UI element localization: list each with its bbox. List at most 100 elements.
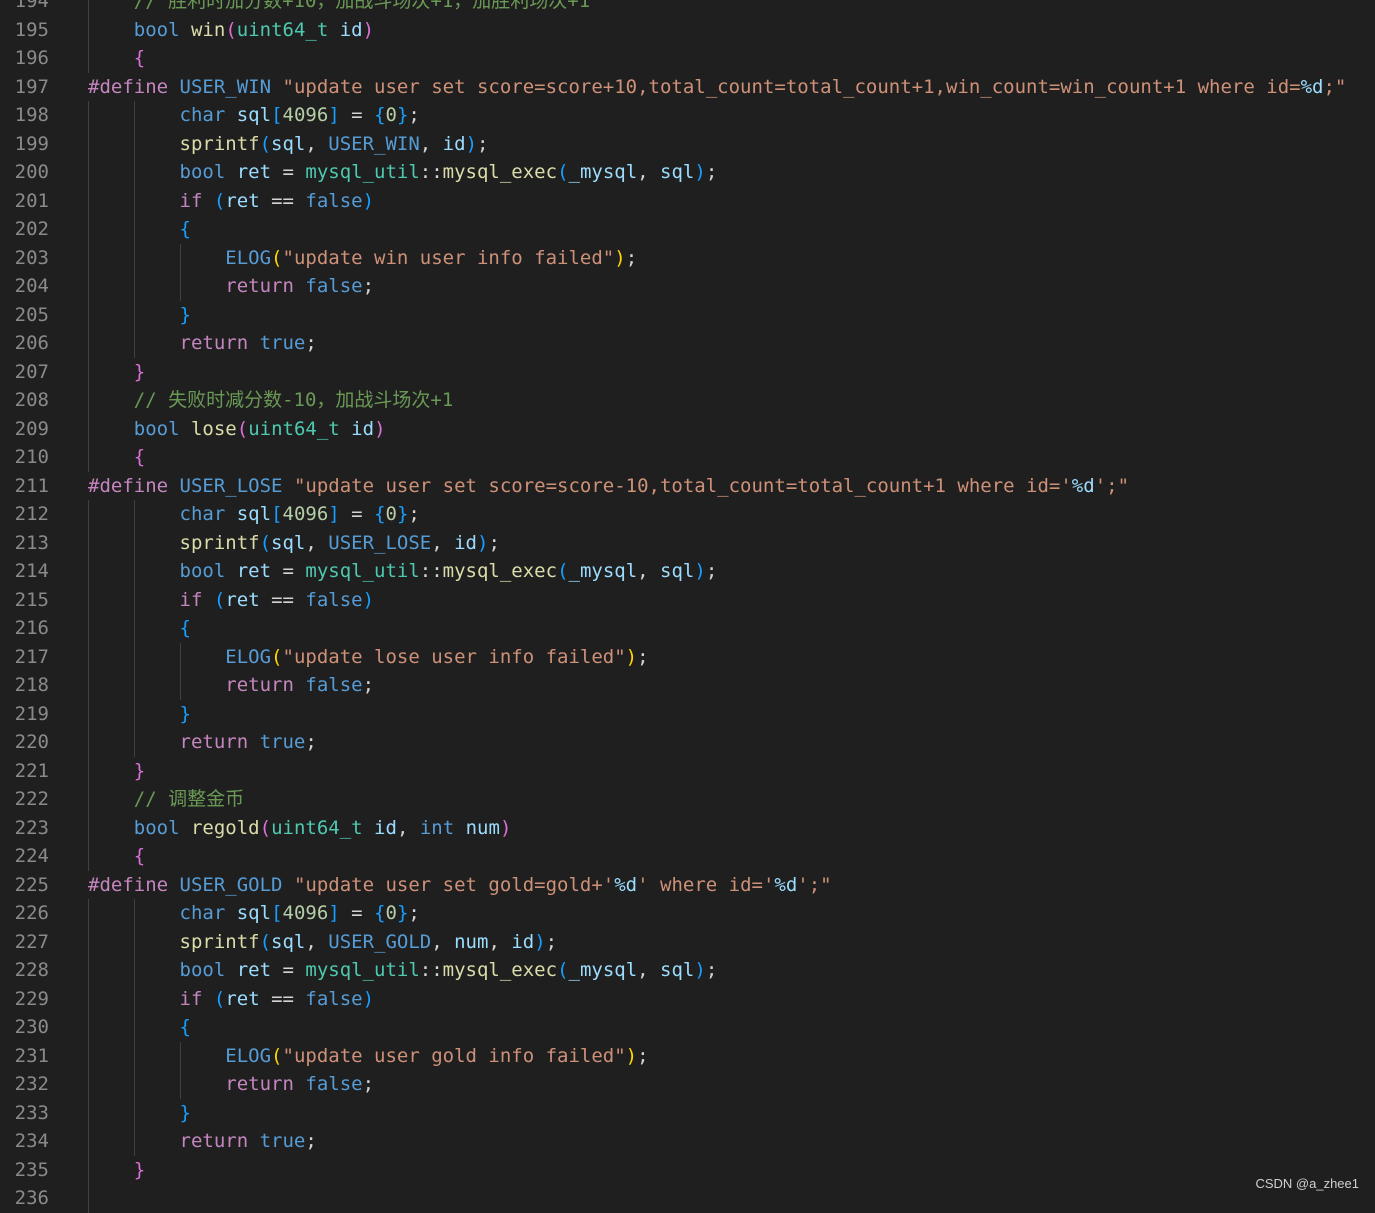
code-token: ret [225, 987, 260, 1010]
code-token: ) [362, 588, 375, 611]
line-number: 234 [14, 1130, 49, 1152]
code-line[interactable]: 199 sprintf(sql, USER_WIN, id); [0, 129, 1375, 159]
code-line[interactable]: 201 if (ret == false) [0, 186, 1375, 215]
code-token: char [179, 503, 226, 525]
code-token: ; [705, 959, 718, 981]
code-line[interactable]: 222 // 调整金币 [0, 785, 1375, 814]
code-line[interactable]: 198 char sql[4096] = {0}; [0, 101, 1375, 130]
indent-guide [88, 1184, 89, 1213]
line-number: 198 [14, 104, 49, 126]
code-token: false [305, 1073, 363, 1095]
line-number: 203 [14, 246, 49, 269]
code-line[interactable]: 204 return false; [0, 272, 1375, 301]
code-token: USER_LOSE [328, 531, 432, 554]
code-line[interactable]: 235 } [0, 1155, 1375, 1184]
code-token: bool [179, 959, 226, 981]
code-token: "update user set gold=gold+' [293, 873, 615, 896]
code-token: = [339, 902, 375, 924]
code-token: char [179, 902, 226, 924]
code-line[interactable]: 205 } [0, 300, 1375, 329]
code-line[interactable]: 232 return false; [0, 1070, 1375, 1099]
code-line[interactable]: 208 // 失败时减分数-10，加战斗场次+1 [0, 386, 1375, 415]
code-token: ; [705, 560, 718, 582]
code-line[interactable]: 227 sprintf(sql, USER_GOLD, num, id); [0, 927, 1375, 956]
code-line[interactable]: 216 { [0, 614, 1375, 643]
code-line[interactable]: 210 { [0, 443, 1375, 472]
code-line[interactable]: 202 { [0, 215, 1375, 244]
code-token: ( [259, 816, 272, 839]
code-token: ; [362, 275, 375, 297]
code-token: ; [637, 1044, 649, 1067]
code-line[interactable]: 228 bool ret = mysql_util::mysql_exec(_m… [0, 956, 1375, 985]
code-line[interactable]: 196 { [0, 44, 1375, 73]
code-line[interactable]: 217 ELOG("update lose user info failed")… [0, 642, 1375, 671]
code-token: { [179, 617, 191, 639]
line-number: 219 [14, 702, 49, 725]
code-line[interactable]: 230 { [0, 1013, 1375, 1042]
code-line[interactable]: 207 } [0, 357, 1375, 386]
line-number: 227 [14, 930, 49, 953]
code-line[interactable]: 236 [0, 1184, 1375, 1213]
code-line[interactable]: 200 bool ret = mysql_util::mysql_exec(_m… [0, 158, 1375, 187]
code-line[interactable]: 197 #define USER_WIN "update user set sco… [0, 73, 1375, 102]
code-line[interactable]: 218 return false; [0, 671, 1375, 700]
code-line[interactable]: 212 char sql[4096] = {0}; [0, 500, 1375, 529]
code-editor[interactable]: 194 // 胜利时加分数+10，加战斗场次+1，加胜利场次+1 195 bool… [0, 0, 1375, 1213]
code-token: ELOG [225, 1044, 272, 1067]
code-token: ) [534, 930, 546, 953]
code-line[interactable]: 219 } [0, 699, 1375, 728]
code-line[interactable]: 194 // 胜利时加分数+10，加战斗场次+1，加胜利场次+1 [0, 0, 1375, 16]
code-text: { [88, 215, 191, 244]
code-token: ';" [797, 873, 832, 896]
code-token: mysql_exec [442, 560, 558, 582]
code-token: ( [271, 645, 283, 668]
code-text: sprintf(sql, USER_WIN, id); [88, 130, 489, 159]
code-line[interactable]: 213 sprintf(sql, USER_LOSE, id); [0, 528, 1375, 557]
line-number: 212 [14, 503, 49, 525]
code-token: { [133, 446, 146, 468]
code-line[interactable]: 221 } [0, 756, 1375, 785]
code-line[interactable]: 229 if (ret == false) [0, 984, 1375, 1014]
code-token: "update lose user info failed" [282, 645, 626, 668]
code-line[interactable]: 206 return true; [0, 329, 1375, 358]
code-line[interactable]: 203 ELOG("update win user info failed"); [0, 243, 1375, 272]
code-token: { [374, 503, 386, 525]
code-line[interactable]: 226 char sql[4096] = {0}; [0, 899, 1375, 928]
code-token: , [431, 531, 455, 554]
code-line[interactable]: 214 bool ret = mysql_util::mysql_exec(_m… [0, 557, 1375, 586]
code-line[interactable]: 195 bool win(uint64_t id) [0, 15, 1375, 45]
code-token: true [259, 332, 306, 354]
code-token: #define [88, 75, 169, 98]
code-line[interactable]: 231 ELOG("update user gold info failed")… [0, 1041, 1375, 1070]
code-token: } [133, 759, 146, 782]
code-text: if (ret == false) [88, 985, 375, 1014]
code-line[interactable]: 223 bool regold(uint64_t id, int num) [0, 813, 1375, 842]
code-line[interactable]: 233 } [0, 1098, 1375, 1127]
code-text: bool win(uint64_t id) [88, 16, 374, 45]
code-line[interactable]: 215 if (ret == false) [0, 585, 1375, 614]
code-line[interactable]: 234 return true; [0, 1127, 1375, 1156]
code-line[interactable]: 225 #define USER_GOLD "update user set go… [0, 871, 1375, 900]
code-line[interactable]: 220 return true; [0, 728, 1375, 757]
code-line[interactable]: 211 #define USER_LOSE "update user set sc… [0, 472, 1375, 501]
code-line[interactable]: 209 bool lose(uint64_t id) [0, 414, 1375, 443]
code-line[interactable]: 224 { [0, 842, 1375, 871]
code-token: uint64_t [248, 417, 340, 440]
code-token: win [190, 18, 226, 41]
code-text: #define USER_LOSE "update user set score… [88, 472, 1129, 501]
code-token: ( [557, 560, 569, 582]
code-text: // 失败时减分数-10，加战斗场次+1 [88, 386, 454, 415]
code-text: char sql[4096] = {0}; [88, 500, 420, 529]
line-number: 213 [14, 531, 49, 554]
code-token: ' where id=' [637, 873, 775, 896]
